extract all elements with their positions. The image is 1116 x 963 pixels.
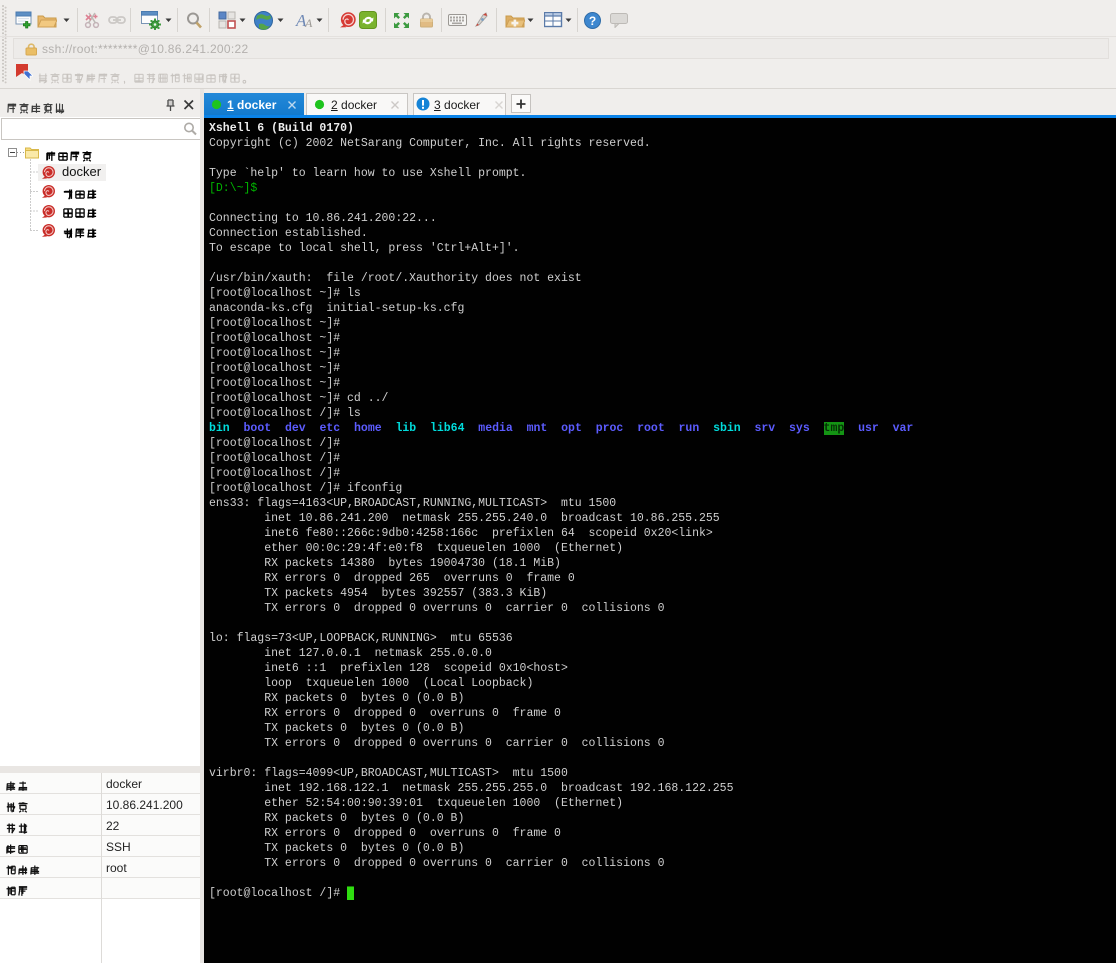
svg-text:A: A [304, 16, 313, 30]
svg-text:?: ? [589, 14, 596, 28]
